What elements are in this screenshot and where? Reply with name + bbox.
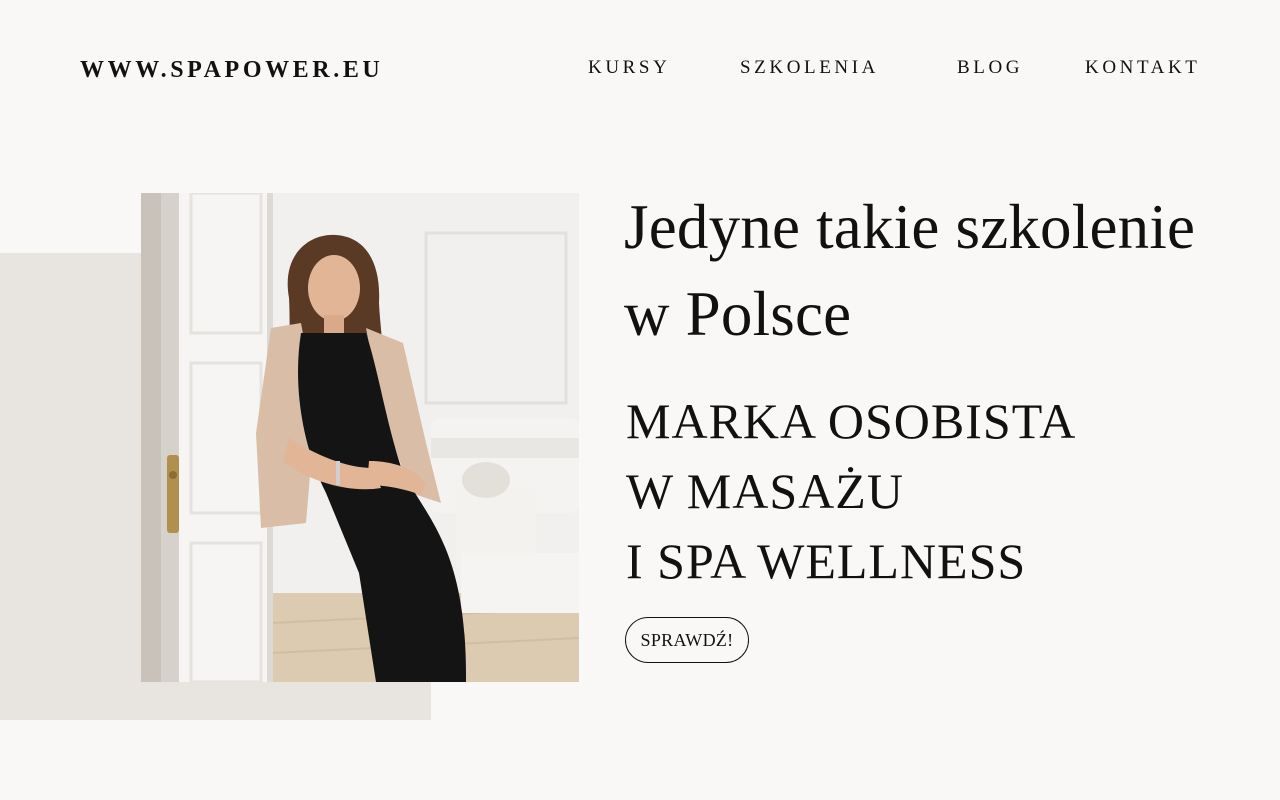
- hero-headline-line-1: Jedyne takie szkolenie: [624, 192, 1196, 262]
- hero-headline-line-2: w Polsce: [624, 279, 852, 349]
- nav-item-kursy[interactable]: KURSY: [588, 56, 670, 80]
- nav-item-szkolenia[interactable]: SZKOLENIA: [740, 56, 879, 80]
- hero-subheadline: MARKA OSOBISTA W MASAŻU I SPA WELLNESS: [626, 386, 1266, 596]
- nav-item-blog[interactable]: BLOG: [957, 56, 1023, 80]
- check-button[interactable]: SPRAWDŹ!: [625, 617, 749, 663]
- site-logo[interactable]: WWW.SPAPOWER.EU: [80, 55, 383, 85]
- hero-subheadline-line-3: I SPA WELLNESS: [626, 533, 1027, 589]
- nav-item-kontakt[interactable]: KONTAKT: [1085, 56, 1201, 80]
- hero-photo: [141, 193, 579, 682]
- hero-subheadline-line-1: MARKA OSOBISTA: [626, 393, 1077, 449]
- hero-headline: Jedyne takie szkolenie w Polsce: [624, 184, 1274, 358]
- hero-subheadline-line-2: W MASAŻU: [626, 463, 904, 519]
